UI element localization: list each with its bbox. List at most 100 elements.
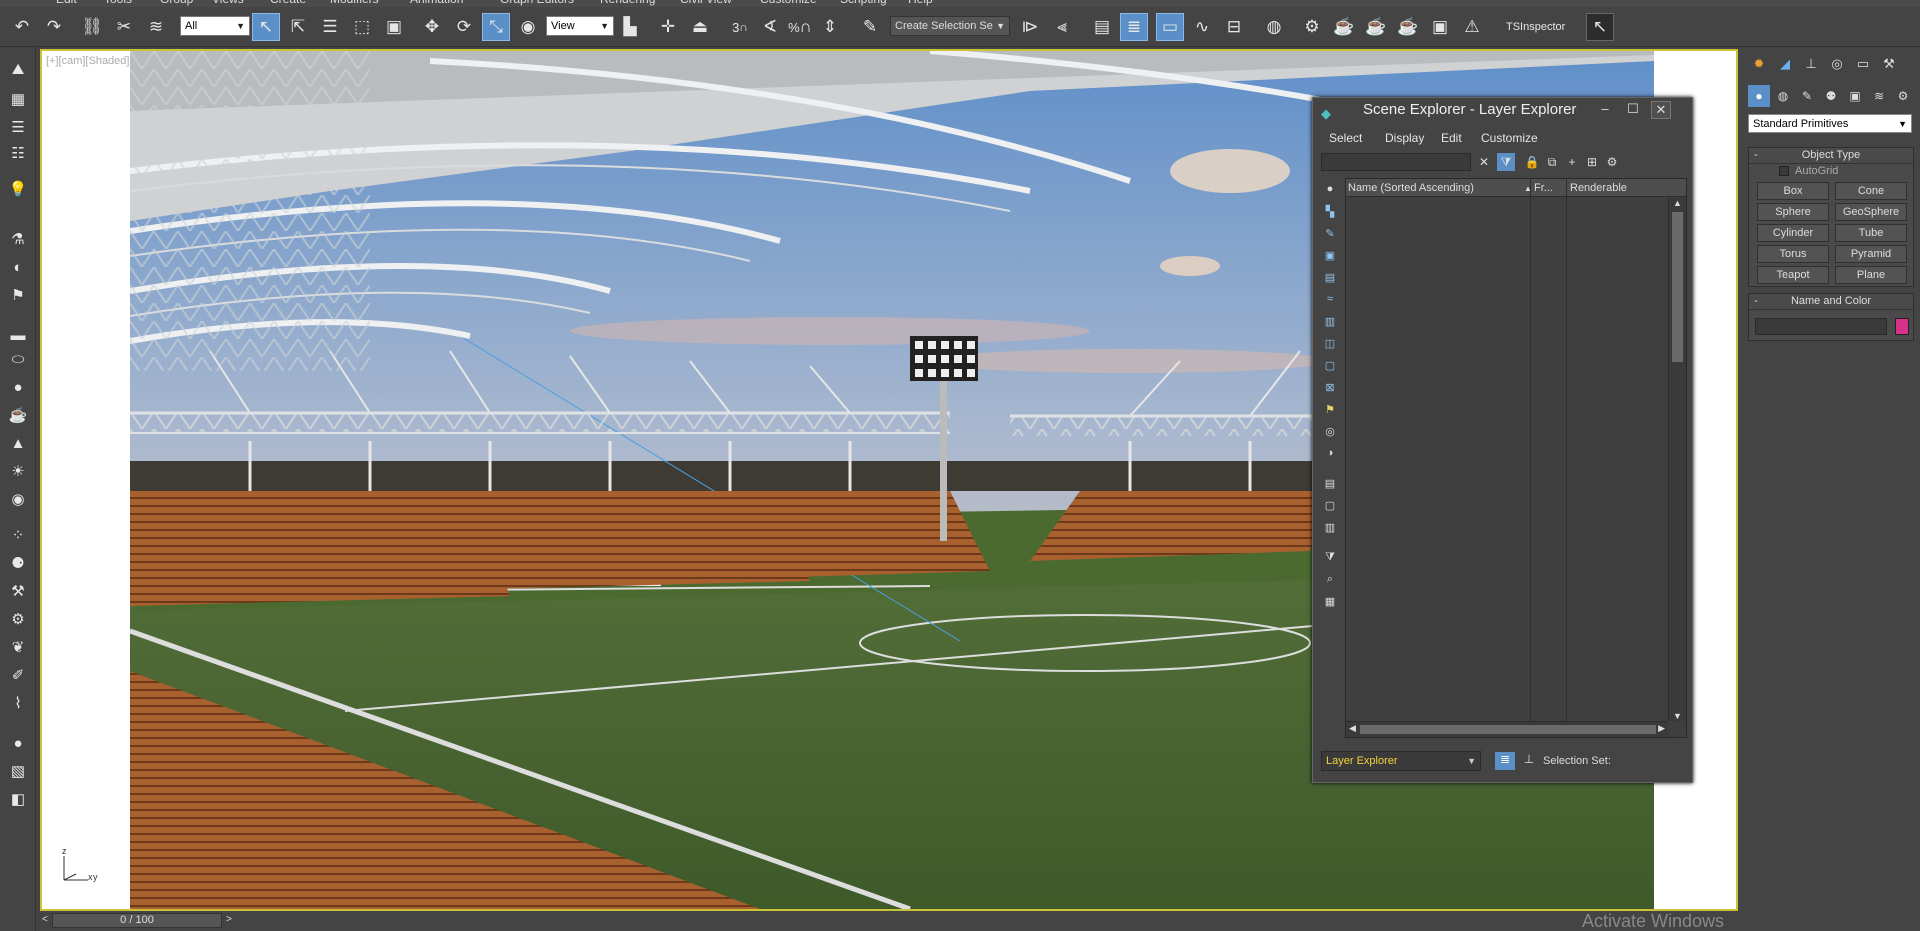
schematic-view-icon[interactable]: ⊟ (1220, 13, 1248, 41)
material-editor-icon[interactable]: ◍ (1260, 13, 1288, 41)
renderable-column-header[interactable]: Renderable (1570, 182, 1627, 194)
material-sphere-icon[interactable]: ● (6, 731, 30, 755)
spinner-snap-icon[interactable]: ⇕ (816, 13, 844, 41)
toggle-ribbon-icon[interactable]: ▭ (1156, 13, 1184, 41)
hscroll-thumb[interactable] (1360, 725, 1656, 734)
minimize-icon[interactable]: – (1595, 101, 1615, 119)
next-frame-icon[interactable]: > (226, 914, 232, 925)
frozen-column-header[interactable]: Fr... (1534, 182, 1553, 194)
systems-icon[interactable]: ⚑ (6, 283, 30, 307)
pyramid-button[interactable]: Pyramid (1835, 245, 1907, 263)
find-icon[interactable]: ⌕ (1320, 570, 1340, 588)
name-and-color-header[interactable]: - Name and Color (1749, 294, 1913, 310)
display-spacewarps-icon[interactable]: ≈ (1320, 290, 1340, 308)
motion-tab-icon[interactable]: ◎ (1826, 53, 1848, 75)
geometry-icon[interactable]: ⛰ (6, 57, 30, 81)
window-crossing-icon[interactable]: ▣ (380, 13, 408, 41)
teapot-button[interactable]: Teapot (1757, 266, 1829, 284)
menu-views[interactable]: Views (212, 0, 244, 6)
keyboard-shortcut-icon[interactable]: ⏏ (686, 13, 714, 41)
name-column-header[interactable]: Name (Sorted Ascending) (1348, 182, 1474, 194)
menu-scripting[interactable]: Scripting (840, 0, 887, 6)
select-object-icon[interactable]: ↖ (252, 13, 280, 41)
layer-mode-icon[interactable]: ≣ (1495, 752, 1515, 770)
new-layer-icon[interactable]: ⧉ (1543, 153, 1561, 171)
selection-filter-dropdown[interactable]: All ▼ (180, 16, 250, 36)
plane-button[interactable]: Plane (1835, 266, 1907, 284)
menu-rendering[interactable]: Rendering (600, 0, 655, 6)
explorer-horizontal-scrollbar[interactable]: ◀ ▶ (1346, 721, 1668, 737)
select-move-icon[interactable]: ✥ (418, 13, 446, 41)
snap-toggle-icon[interactable]: 3 ∩ (726, 13, 754, 41)
display-helpers-icon[interactable]: ▤ (1320, 268, 1340, 286)
menu-civil-view[interactable]: Civil View (680, 0, 732, 6)
helpers-icon[interactable]: ⚗ (6, 227, 30, 251)
close-icon[interactable]: ✕ (1651, 101, 1671, 119)
explorer-titlebar[interactable]: ◆ Scene Explorer - Layer Explorer – ☐ ✕ (1313, 98, 1692, 122)
shapes-category-icon[interactable]: ◍ (1772, 85, 1794, 107)
layer-tool-icon[interactable]: ▧ (6, 759, 30, 783)
scroll-down-icon[interactable]: ▼ (1673, 711, 1682, 721)
pivot-center-icon[interactable]: ▙ (616, 13, 644, 41)
place-icon[interactable]: ◉ (514, 13, 542, 41)
menu-group[interactable]: Group (160, 0, 193, 6)
scroll-up-icon[interactable]: ▲ (1673, 198, 1682, 208)
menu-help[interactable]: Help (908, 0, 933, 6)
display-xrefs-icon[interactable]: ◫ (1320, 334, 1340, 352)
plant-icon[interactable]: ❦ (6, 635, 30, 659)
biped-icon[interactable]: ⚈ (6, 551, 30, 575)
object-type-header[interactable]: - Object Type (1749, 148, 1913, 164)
render-frame-icon[interactable]: ☕ (1330, 13, 1358, 41)
warning-icon[interactable]: ⚠ (1458, 13, 1486, 41)
hierarchy-tab-icon[interactable]: ⊥ (1800, 53, 1822, 75)
mirror-icon[interactable]: ⧐ (1016, 13, 1044, 41)
cameras-category-icon[interactable]: ⚉ (1820, 85, 1842, 107)
align-icon[interactable]: ⫷ (1048, 13, 1076, 41)
select-rotate-icon[interactable]: ⟳ (450, 13, 478, 41)
bone-icon[interactable]: ⚒ (6, 579, 30, 603)
filter-toggle-icon[interactable]: ⧩ (1320, 548, 1340, 566)
select-all-icon[interactable]: ▤ (1320, 474, 1340, 492)
display-cameras-icon[interactable]: ▣ (1320, 246, 1340, 264)
scene-explorer-icon[interactable]: ≣ (1120, 13, 1148, 41)
link-icon[interactable]: ⛓ (78, 13, 106, 41)
cylinder-button[interactable]: Cylinder (1757, 224, 1829, 242)
cone-icon[interactable]: ▲ (6, 431, 30, 455)
menu-graph-editors[interactable]: Graph Editors (500, 0, 574, 6)
hierarchy-mode-icon[interactable]: ⊥ (1519, 752, 1539, 770)
layer-options-icon[interactable]: ⚙ (1603, 153, 1621, 171)
add-icon[interactable]: + (1563, 153, 1581, 171)
menu-create[interactable]: Create (270, 0, 306, 6)
lights-category-icon[interactable]: ✎ (1796, 85, 1818, 107)
unlink-icon[interactable]: ✂ (110, 13, 138, 41)
menu-customize[interactable]: Customize (760, 0, 817, 6)
scroll-left-icon[interactable]: ◀ (1349, 723, 1356, 734)
display-geometry-icon[interactable]: ● (1320, 180, 1340, 198)
utilities-tab-icon[interactable]: ⚒ (1878, 53, 1900, 75)
display-groups-icon[interactable]: ▥ (1320, 312, 1340, 330)
spacewarps-category-icon[interactable]: ≋ (1868, 85, 1890, 107)
display-containers-icon[interactable]: ⊠ (1320, 378, 1340, 396)
particle-icon[interactable]: ⁘ (6, 523, 30, 547)
shapes-icon[interactable]: ▦ (6, 87, 30, 111)
menu-select[interactable]: Select (1329, 131, 1362, 145)
viewport-label[interactable]: [+][cam][Shaded] (46, 55, 129, 67)
prev-frame-icon[interactable]: < (42, 914, 48, 925)
render-tool-icon[interactable]: ◧ (6, 787, 30, 811)
object-name-input[interactable] (1755, 318, 1887, 335)
options-icon[interactable]: ▦ (1320, 592, 1340, 610)
teapot-icon[interactable]: ☕ (6, 403, 30, 427)
time-slider[interactable]: < 0 / 100 > (40, 911, 1738, 931)
bind-spacewarp-icon[interactable]: ≋ (142, 13, 170, 41)
display-shapes-icon[interactable]: ▚ (1320, 202, 1340, 220)
object-color-swatch[interactable] (1895, 318, 1909, 335)
sphere-icon[interactable]: ● (6, 375, 30, 399)
redo-icon[interactable]: ↷ (40, 13, 68, 41)
hair-icon[interactable]: ✐ (6, 663, 30, 687)
render-iterative-icon[interactable]: ☕ (1394, 13, 1422, 41)
pointer-icon[interactable]: ↖ (1586, 13, 1614, 41)
spacewarps-icon[interactable]: ◐ (6, 255, 30, 279)
rectangle-region-icon[interactable]: ⬚ (348, 13, 376, 41)
scroll-thumb[interactable] (1672, 212, 1683, 362)
display-frozen-icon[interactable]: ⚑ (1320, 400, 1340, 418)
